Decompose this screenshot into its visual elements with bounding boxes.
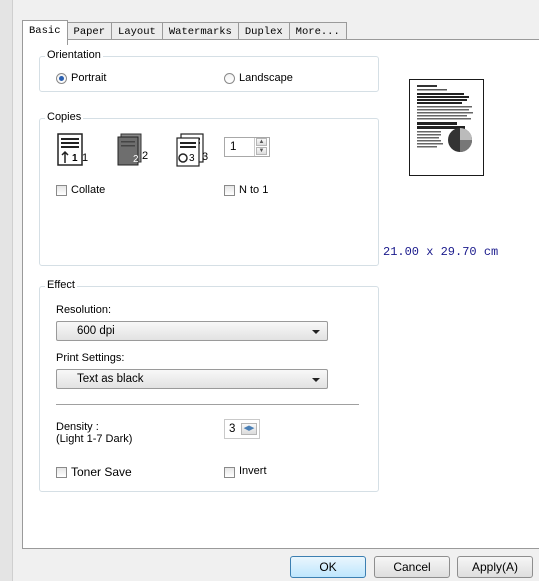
landscape-label[interactable]: Landscape	[239, 72, 293, 84]
print-settings-label: Print Settings:	[56, 352, 125, 364]
portrait-label[interactable]: Portrait	[71, 72, 106, 84]
window-left-edge	[0, 0, 13, 581]
single-copy-icon: 1 1	[57, 133, 93, 167]
invert-label[interactable]: Invert	[239, 465, 267, 477]
orientation-group-label: Orientation	[45, 49, 103, 61]
density-spinner[interactable]: 3 ◀▶	[224, 419, 260, 439]
chevron-down-icon	[312, 378, 320, 382]
print-settings-dropdown[interactable]: Text as black	[56, 369, 328, 389]
print-settings-value: Text as black	[77, 373, 144, 385]
copies-group-label: Copies	[45, 111, 84, 123]
toner-save-label[interactable]: Toner Save	[71, 465, 132, 479]
multiple-copies-icon-count: 2	[142, 150, 149, 162]
tab-strip: Basic Paper Layout Watermarks Duplex Mor…	[22, 20, 347, 45]
ok-button[interactable]: OK	[290, 556, 366, 578]
multiple-copies-icon-number: 2	[133, 154, 139, 165]
cancel-button[interactable]: Cancel	[374, 556, 450, 578]
invert-checkbox[interactable]	[224, 467, 235, 478]
landscape-radio[interactable]	[224, 73, 235, 84]
single-copy-icon-number: 1	[72, 153, 78, 164]
effect-group-label: Effect	[45, 279, 77, 291]
collated-copies-icon: 3 3	[173, 133, 211, 167]
tab-basic[interactable]: Basic	[22, 20, 68, 45]
copies-value[interactable]: 1	[230, 141, 236, 153]
density-label: Density :	[56, 421, 99, 433]
resolution-value: 600 dpi	[77, 325, 115, 337]
page-preview	[409, 79, 484, 176]
effect-group	[39, 286, 379, 492]
collate-label[interactable]: Collate	[71, 184, 105, 196]
page-preview-thumbnail-icon	[417, 85, 473, 152]
single-copy-icon-count: 1	[82, 152, 89, 164]
copies-increment-button[interactable]: ▲	[256, 138, 267, 146]
copies-spinner[interactable]: 1 ▲ ▼	[224, 137, 270, 157]
resolution-dropdown[interactable]: 600 dpi	[56, 321, 328, 341]
collated-copies-icon-count: 3	[202, 151, 209, 163]
apply-button[interactable]: Apply(A)	[457, 556, 533, 578]
paper-size-text: 21.00 x 29.70 cm	[383, 245, 499, 259]
portrait-radio[interactable]	[56, 73, 67, 84]
copies-spin-buttons: ▲ ▼	[254, 138, 269, 156]
multiple-copies-icon: 2 2	[115, 133, 153, 167]
collated-copies-icon-number: 3	[189, 153, 195, 164]
toner-save-checkbox[interactable]	[56, 467, 67, 478]
density-range-label: (Light 1-7 Dark)	[56, 433, 133, 445]
resolution-label: Resolution:	[56, 304, 112, 316]
collate-checkbox[interactable]	[56, 185, 67, 196]
density-arrows-icon[interactable]: ◀▶	[241, 423, 257, 435]
n-to-1-label[interactable]: N to 1	[239, 184, 268, 196]
copies-decrement-button[interactable]: ▼	[256, 147, 267, 155]
effect-divider	[56, 404, 359, 405]
chevron-down-icon	[312, 330, 320, 334]
n-to-1-checkbox[interactable]	[224, 185, 235, 196]
density-value[interactable]: 3	[229, 423, 235, 435]
